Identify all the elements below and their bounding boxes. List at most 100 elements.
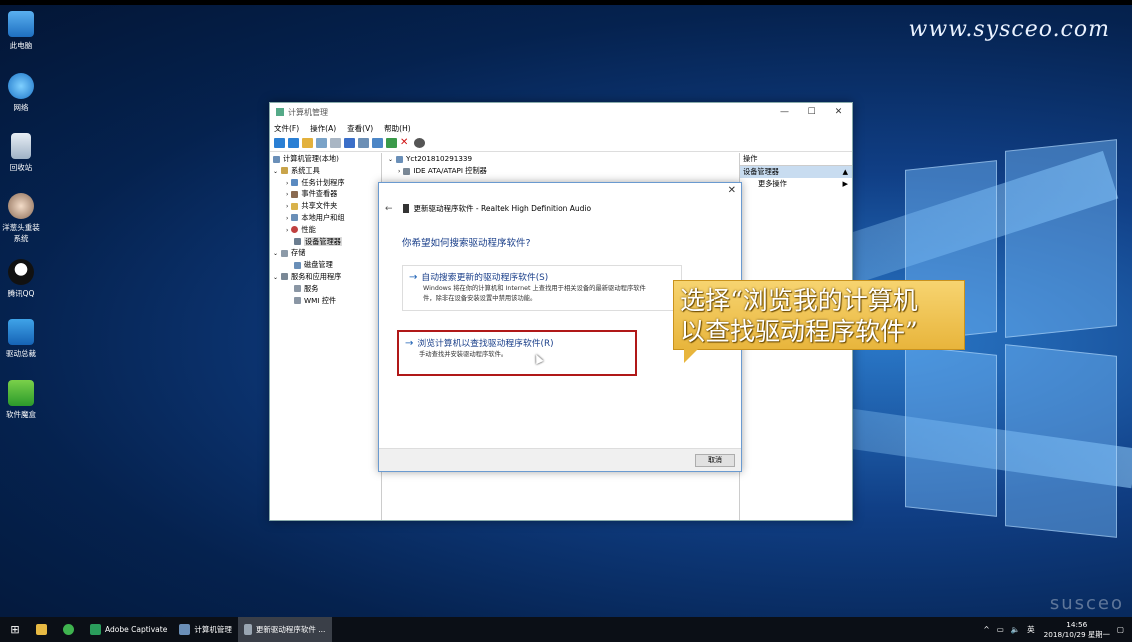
up-folder-icon[interactable] — [302, 138, 313, 148]
desktop-icon-network[interactable]: 网络 — [0, 73, 42, 113]
desktop-icon-driver-president[interactable]: 驱动总裁 — [0, 319, 42, 359]
device-icon — [402, 204, 409, 213]
computer-management-icon — [276, 108, 284, 116]
tree-label: 任务计划程序 — [301, 177, 345, 187]
tree-item[interactable]: › 性能 — [270, 224, 381, 236]
chevron-right-icon[interactable]: › — [286, 203, 288, 210]
desktop-icon-software-box[interactable]: 软件魔盒 — [0, 380, 42, 420]
window-titlebar[interactable]: 计算机管理 — ☐ ✕ — [270, 103, 852, 121]
tree-item[interactable]: › 共享文件夹 — [270, 200, 381, 212]
option-title: 浏览计算机以查找驱动程序软件(R) — [417, 339, 554, 349]
tree-item[interactable]: ⌄ 服务和应用程序 — [270, 271, 381, 283]
windows-logo-icon: ⊞ — [10, 623, 20, 636]
auto-search-option[interactable]: → 自动搜索更新的驱动程序软件(S) Windows 将在你的计算机和 Inter… — [402, 265, 682, 311]
cancel-button[interactable]: 取消 — [695, 454, 735, 467]
menu-help[interactable]: 帮助(H) — [384, 123, 411, 134]
menu-file[interactable]: 文件(F) — [274, 123, 299, 134]
browser-button[interactable] — [57, 617, 84, 642]
show-hide-tree-icon[interactable] — [316, 138, 327, 148]
chevron-down-icon[interactable]: ⌄ — [273, 250, 278, 257]
chevron-right-icon[interactable]: › — [286, 215, 288, 222]
ide-controller-icon — [403, 167, 411, 175]
callout-line: 选择“浏览我的计算机 — [680, 286, 918, 315]
software-box-icon — [8, 380, 34, 406]
forward-arrow-icon[interactable] — [288, 138, 299, 148]
chevron-down-icon[interactable]: ⌄ — [273, 274, 278, 281]
dialog-header: ← 更新驱动程序软件 - Realtek High Definition Aud… — [385, 203, 591, 214]
dialog-close-button[interactable]: ✕ — [728, 185, 736, 196]
chevron-up-icon: ▲ — [842, 167, 848, 176]
input-method[interactable]: 英 — [1027, 624, 1035, 635]
toolbar: ✕ — [270, 135, 852, 152]
start-button[interactable]: ⊞ — [0, 617, 30, 642]
browse-computer-option[interactable]: → 浏览计算机以查找驱动程序软件(R) 手动查找并安装驱动程序软件。 — [397, 330, 637, 376]
desktop-icon-label: 驱动总裁 — [6, 349, 36, 358]
tree-item[interactable]: ⌄ 系统工具 — [270, 165, 381, 177]
clock-date: 2018/10/29 星期一 — [1043, 629, 1110, 639]
tree-item[interactable]: ⌄ 存储 — [270, 247, 381, 259]
chevron-down-icon[interactable]: ⌄ — [388, 156, 393, 163]
callout-line: 以查找驱动程序软件” — [680, 317, 918, 346]
more-actions[interactable]: 更多操作 ▶ — [740, 178, 852, 190]
option-description: Windows 将在你的计算机和 Internet 上查找用于相关设备的最新驱动… — [423, 284, 646, 304]
desktop-icon-this-pc[interactable]: 此电脑 — [0, 11, 42, 51]
captivate-icon — [90, 624, 101, 635]
network-icon[interactable]: ▭ — [997, 625, 1004, 634]
network-icon — [8, 73, 34, 99]
uninstall-x-icon[interactable]: ✕ — [400, 138, 411, 148]
menu-view[interactable]: 查看(V) — [347, 123, 373, 134]
tree-label: 性能 — [301, 224, 316, 234]
tree-item[interactable]: › 本地用户和组 — [270, 212, 381, 224]
device-category[interactable]: › IDE ATA/ATAPI 控制器 — [384, 165, 739, 177]
chevron-right-icon[interactable]: › — [286, 227, 288, 234]
tree-item[interactable]: WMI 控件 — [270, 295, 381, 307]
chevron-right-icon[interactable]: › — [286, 180, 288, 187]
download-circle-icon[interactable] — [414, 138, 425, 148]
properties-icon[interactable] — [330, 138, 341, 148]
tree-item-device-manager[interactable]: 设备管理器 — [270, 236, 381, 248]
computer-icon — [8, 11, 34, 37]
option-desc-line: 件，除非在设备安装设置中禁用该功能。 — [423, 295, 537, 302]
update-driver-icon[interactable] — [386, 138, 397, 148]
chevron-down-icon[interactable]: ⌄ — [273, 168, 278, 175]
notification-center-icon[interactable]: ▢ — [1117, 625, 1124, 634]
console-tree: 计算机管理(本地) ⌄ 系统工具 › 任务计划程序 › 事件查看器 › 共享文件夹 › 本… — [270, 153, 382, 520]
menu-bar: 文件(F) 操作(A) 查看(V) 帮助(H) — [270, 121, 852, 135]
chevron-right-icon[interactable]: › — [398, 168, 400, 175]
users-icon — [291, 214, 299, 222]
desktop-icon-recycle-bin[interactable]: 回收站 — [0, 133, 42, 173]
tree-label: 服务 — [304, 283, 319, 293]
option-desc-line: Windows 将在你的计算机和 Internet 上查找用于相关设备的最新驱动… — [423, 285, 646, 292]
taskbar-item-update-driver[interactable]: 更新驱动程序软件 ... — [237, 617, 332, 642]
tree-item[interactable]: › 任务计划程序 — [270, 177, 381, 189]
clock[interactable]: 14:56 2018/10/29 星期一 — [1044, 620, 1110, 640]
desktop-icon-onion-reinstall[interactable]: 洋葱头重装系统 — [0, 193, 42, 244]
taskbar-item-captivate[interactable]: Adobe Captivate — [84, 617, 173, 642]
show-hidden-icons-chevron-icon[interactable]: ^ — [983, 625, 989, 634]
back-arrow-icon[interactable] — [274, 138, 285, 148]
tree-item[interactable]: 服务 — [270, 283, 381, 295]
desktop-icon-qq[interactable]: 腾讯QQ — [0, 259, 42, 299]
taskbar-item-computer-management[interactable]: 计算机管理 — [173, 617, 238, 642]
back-arrow-icon[interactable]: ← — [385, 204, 393, 214]
chevron-right-icon[interactable]: › — [286, 191, 288, 198]
tree-label: WMI 控件 — [304, 295, 337, 305]
action-pane-icon[interactable] — [358, 138, 369, 148]
shared-folder-icon — [291, 202, 299, 210]
help-icon[interactable] — [344, 138, 355, 148]
close-button[interactable]: ✕ — [825, 107, 852, 117]
minimize-button[interactable]: — — [771, 107, 798, 117]
monitor-icon[interactable] — [372, 138, 383, 148]
menu-action[interactable]: 操作(A) — [310, 123, 336, 134]
device-root[interactable]: ⌄ Yct201810291339 — [384, 153, 739, 165]
desktop-icon-label: 此电脑 — [9, 41, 33, 50]
tree-item[interactable]: 磁盘管理 — [270, 259, 381, 271]
tree-item[interactable]: 计算机管理(本地) — [270, 153, 381, 165]
maximize-button[interactable]: ☐ — [798, 107, 825, 117]
recycle-bin-icon — [11, 133, 31, 159]
volume-icon[interactable]: 🔈 — [1011, 625, 1020, 634]
tree-item[interactable]: › 事件查看器 — [270, 188, 381, 200]
performance-icon — [291, 226, 299, 234]
actions-section-device-manager[interactable]: 设备管理器 ▲ — [740, 166, 852, 178]
file-explorer-button[interactable] — [30, 617, 57, 642]
